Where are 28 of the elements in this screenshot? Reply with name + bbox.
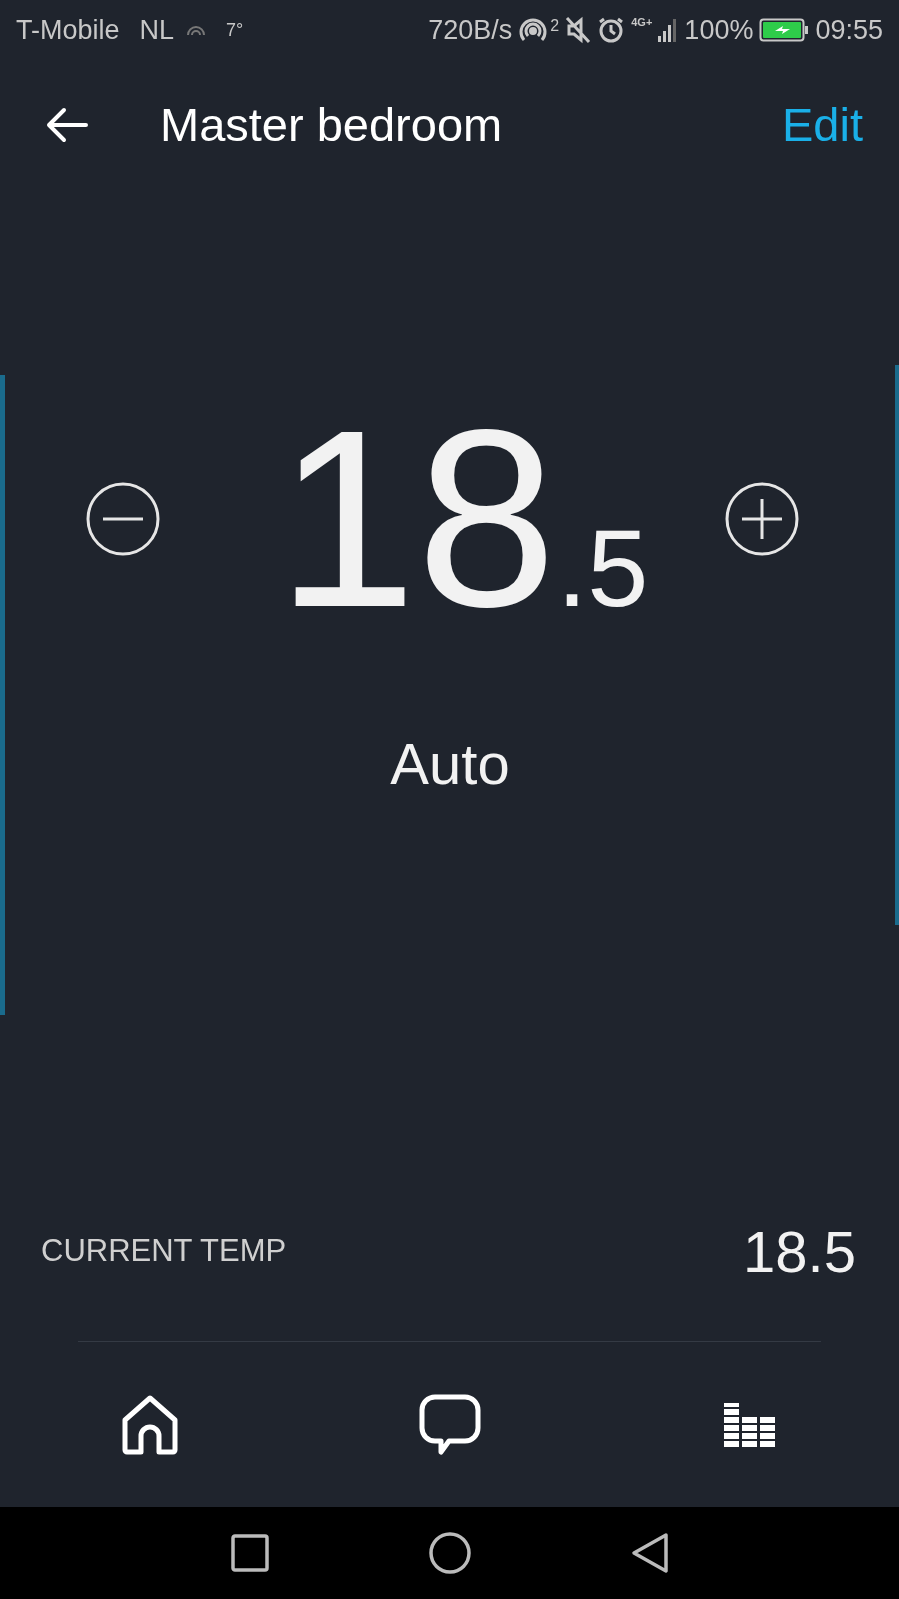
- back-arrow-icon[interactable]: [46, 107, 88, 143]
- equalizer-icon[interactable]: [723, 1402, 775, 1447]
- hotspot-count: 2: [550, 15, 560, 36]
- carrier-region: NL: [139, 13, 175, 47]
- cell-signal-icon: [658, 18, 679, 42]
- thermostat-mode: Auto: [390, 730, 510, 798]
- clock: 09:55: [815, 13, 883, 47]
- back-triangle-icon[interactable]: [630, 1532, 669, 1574]
- target-temp-fraction: .5: [556, 513, 649, 623]
- recents-square-icon[interactable]: [230, 1534, 269, 1572]
- battery-percent: 100%: [684, 13, 754, 47]
- target-temp-whole: 18: [276, 393, 557, 645]
- decrease-button[interactable]: [86, 482, 160, 556]
- current-temp-value: 18.5: [743, 1217, 856, 1286]
- edit-button[interactable]: Edit: [782, 89, 863, 161]
- battery-charging-icon: [759, 18, 810, 42]
- weather-temp: 7°: [226, 18, 244, 42]
- mute-icon: [565, 16, 592, 44]
- signal-arcs-icon: [186, 24, 207, 36]
- page-title: Master bedroom: [160, 96, 504, 153]
- increase-button[interactable]: [725, 482, 799, 556]
- network-type: 4G+: [631, 14, 653, 30]
- carrier-name: T-Mobile: [16, 13, 120, 47]
- home-icon[interactable]: [121, 1393, 179, 1456]
- current-temp-label: CURRENT TEMP: [41, 1231, 287, 1270]
- home-circle-icon[interactable]: [428, 1532, 471, 1574]
- chat-icon[interactable]: [418, 1393, 481, 1456]
- network-speed: 720B/s: [428, 13, 513, 47]
